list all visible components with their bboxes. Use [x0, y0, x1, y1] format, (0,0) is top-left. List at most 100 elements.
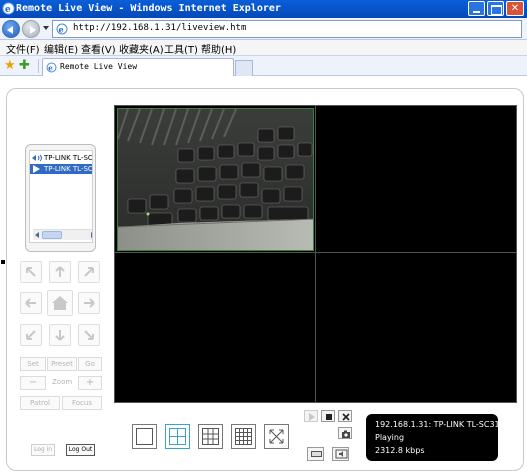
address-bar: e http://192.168.1.31/liveview.htm	[0, 18, 527, 40]
scroll-thumb[interactable]	[42, 231, 62, 239]
device-label: TP-LINK TL-SC3	[44, 165, 93, 173]
focus-button[interactable]: Focus	[62, 396, 102, 410]
menu-view[interactable]: 查看(V)	[81, 41, 116, 56]
status-panel: 192.168.1.31: TP-LINK TL-SC3171 Playing …	[366, 414, 510, 461]
ptz-up-left-button[interactable]	[20, 261, 42, 283]
camera-icon	[342, 430, 350, 438]
speaker-icon	[335, 449, 348, 459]
quad-view-icon	[169, 428, 186, 445]
status-source: 192.168.1.31: TP-LINK TL-SC3171	[375, 420, 510, 429]
tab-page-icon: e	[46, 62, 57, 73]
fullscreen-button[interactable]	[264, 424, 289, 449]
device-list-box[interactable]: TP-LINK TL-SC3 TP-LINK TL-SC3	[29, 150, 93, 243]
zoom-in-button[interactable]: +	[78, 376, 102, 390]
preset-button[interactable]: Preset	[47, 357, 77, 371]
page-content: TP-LINK TL-SC3 TP-LINK TL-SC3 Set Preset…	[0, 77, 527, 473]
snapshot-button[interactable]	[338, 427, 352, 439]
page-icon: e	[56, 23, 68, 35]
new-tab-button[interactable]	[235, 60, 253, 76]
tab-remote-live-view[interactable]: e Remote Live View	[42, 58, 234, 76]
arrow-up-right-icon	[84, 267, 94, 277]
close-button[interactable]: ✕	[506, 1, 524, 16]
device-label: TP-LINK TL-SC3	[44, 154, 93, 162]
arrow-down-right-icon	[84, 330, 94, 340]
window-title: Remote Live View - Windows Internet Expl…	[16, 3, 281, 14]
quad-view-button[interactable]	[165, 424, 190, 449]
sixteen-view-button[interactable]	[231, 424, 256, 449]
ie-app-icon: e	[2, 2, 15, 15]
play-button[interactable]	[304, 410, 318, 422]
back-button[interactable]	[2, 20, 20, 38]
svg-text:e: e	[48, 64, 53, 73]
close-icon	[342, 413, 350, 421]
zoom-label: Zoom	[52, 378, 73, 386]
record-button[interactable]	[307, 447, 324, 461]
remove-button[interactable]	[338, 410, 352, 422]
horizontal-scrollbar[interactable]	[33, 229, 92, 240]
play-icon	[309, 413, 315, 421]
toolbar-divider	[38, 59, 39, 73]
login-button[interactable]: Log in	[31, 444, 55, 456]
svg-text:e: e	[5, 5, 11, 15]
stop-button[interactable]	[321, 410, 335, 422]
arrow-left-icon	[25, 298, 36, 308]
fullscreen-icon	[269, 429, 284, 444]
menu-edit[interactable]: 编辑(E)	[44, 41, 78, 56]
menu-help[interactable]: 帮助(H)	[201, 41, 236, 56]
record-icon	[311, 451, 322, 457]
status-state: Playing	[375, 433, 405, 442]
device-list: TP-LINK TL-SC3 TP-LINK TL-SC3	[25, 144, 96, 252]
add-favorites-icon[interactable]: ✚	[19, 58, 30, 73]
home-icon	[52, 296, 68, 310]
nine-view-button[interactable]	[198, 424, 223, 449]
menu-bar: 文件(F) 编辑(E) 查看(V) 收藏夹(A) 工具(T) 帮助(H)	[0, 40, 527, 56]
single-view-icon	[136, 428, 153, 445]
audio-camera-icon	[32, 154, 42, 162]
scroll-right-icon[interactable]	[91, 232, 92, 238]
video-cell-3[interactable]	[117, 254, 314, 400]
page-marker	[1, 260, 5, 264]
minimize-button[interactable]	[468, 1, 485, 16]
play-icon	[33, 165, 40, 173]
ptz-down-right-button[interactable]	[78, 324, 100, 346]
video-cell-1[interactable]	[117, 108, 314, 251]
menu-tools[interactable]: 工具(T)	[164, 41, 198, 56]
history-dropdown-icon[interactable]	[43, 26, 49, 30]
menu-favorites[interactable]: 收藏夹(A)	[119, 41, 164, 56]
ptz-home-button[interactable]	[47, 290, 73, 316]
forward-button[interactable]	[22, 20, 40, 38]
favorites-star-icon[interactable]: ★	[4, 58, 16, 73]
ptz-right-button[interactable]	[78, 292, 100, 314]
arrow-right-icon	[84, 298, 95, 308]
single-view-button[interactable]	[132, 424, 157, 449]
device-item[interactable]: TP-LINK TL-SC3	[30, 153, 93, 163]
status-bitrate: 2312.8 kbps	[375, 446, 425, 455]
menu-file[interactable]: 文件(F)	[6, 41, 40, 56]
camera-feed-keyboard-image	[118, 109, 313, 250]
ptz-down-button[interactable]	[49, 324, 71, 346]
audio-button[interactable]	[332, 447, 349, 461]
video-cell-4[interactable]	[317, 254, 514, 400]
video-cell-2[interactable]	[317, 108, 514, 250]
ptz-left-button[interactable]	[20, 292, 42, 314]
scroll-left-icon[interactable]	[35, 232, 39, 238]
patrol-button[interactable]: Patrol	[20, 396, 60, 410]
video-grid	[114, 105, 517, 403]
ptz-down-left-button[interactable]	[20, 324, 42, 346]
maximize-button[interactable]	[487, 1, 504, 16]
svg-text:e: e	[59, 25, 64, 35]
url-input[interactable]: e http://192.168.1.31/liveview.htm	[52, 20, 522, 38]
stop-icon	[326, 414, 332, 420]
ptz-up-button[interactable]	[49, 261, 71, 283]
device-item-selected[interactable]: TP-LINK TL-SC3	[30, 164, 93, 174]
nine-view-icon	[202, 428, 219, 445]
arrow-up-icon	[55, 266, 65, 277]
logout-button[interactable]: Log Out	[66, 444, 95, 456]
set-button[interactable]: Set	[20, 357, 46, 371]
grid-divider-horizontal	[115, 252, 516, 253]
go-button[interactable]: Go	[78, 357, 102, 371]
grid-divider-vertical	[315, 106, 316, 402]
ptz-up-right-button[interactable]	[78, 261, 100, 283]
url-text: http://192.168.1.31/liveview.htm	[73, 23, 247, 33]
zoom-out-button[interactable]: −	[20, 376, 46, 390]
